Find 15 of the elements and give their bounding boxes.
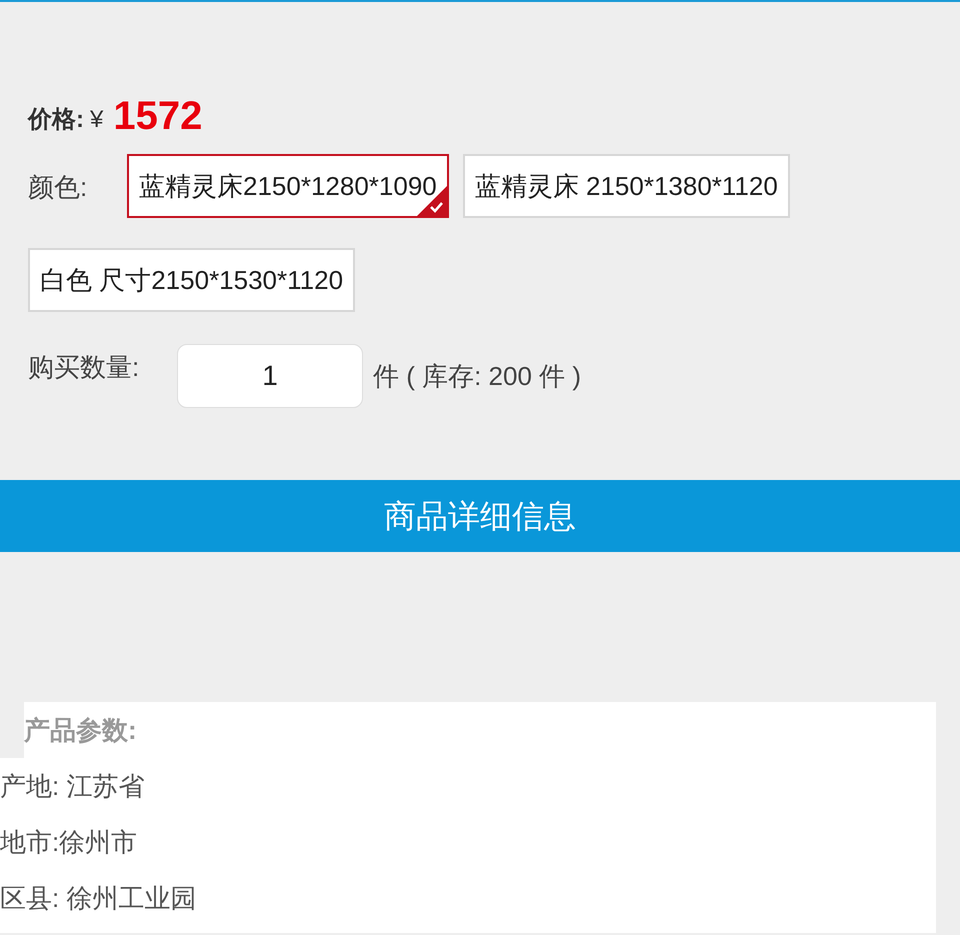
stock-text: 件 ( 库存: 200 件 ) xyxy=(373,360,582,392)
param-line: 地市:徐州市 xyxy=(0,826,138,859)
color-option[interactable]: 蓝精灵床 2150*1380*1120 xyxy=(462,154,790,218)
params-heading: 产品参数: xyxy=(24,714,137,746)
color-option[interactable]: 蓝精灵床2150*1280*1090 xyxy=(127,154,449,218)
currency-symbol: ¥ xyxy=(90,105,104,135)
quantity-label: 购买数量: xyxy=(28,351,140,384)
color-label: 颜色: xyxy=(28,171,88,204)
price-value: 1572 xyxy=(113,93,202,140)
price-label: 价格: xyxy=(28,105,84,135)
param-line: 区县: 徐州工业园 xyxy=(0,882,196,915)
quantity-field[interactable]: 1 xyxy=(177,344,363,408)
param-line: 产地: 江苏省 xyxy=(0,770,144,803)
color-option[interactable]: 白色 尺寸2150*1530*1120 xyxy=(28,248,356,312)
details-title: 商品详细信息 xyxy=(384,497,576,536)
